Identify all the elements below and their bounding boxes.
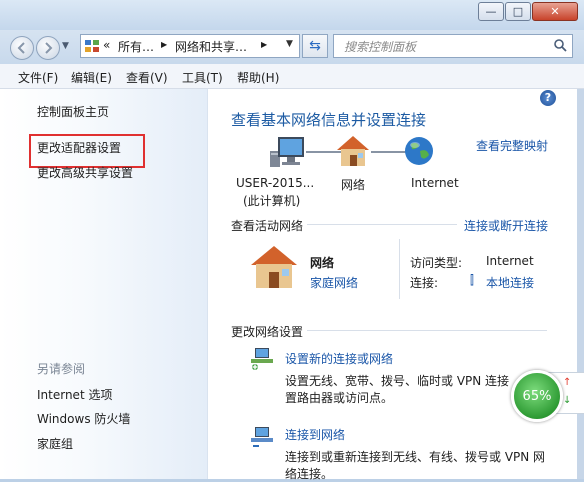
home-network-large-icon (251, 246, 297, 288)
active-network-type-link[interactable]: 家庭网络 (310, 274, 358, 291)
back-button[interactable] (10, 36, 34, 60)
connection-label: 连接: (410, 276, 439, 290)
connect-disconnect-link[interactable]: 连接或断开连接 (464, 217, 548, 234)
connect-to-network-link[interactable]: 连接到网络 (285, 426, 345, 443)
local-connection-link[interactable]: 本地连接 (486, 274, 534, 291)
search-icon[interactable] (553, 38, 567, 52)
refresh-icon: ⇆ (309, 38, 321, 54)
recent-pages-dropdown[interactable]: ▼ (62, 41, 69, 51)
view-full-map-link[interactable]: 查看完整映射 (476, 137, 548, 154)
local-connection-icon: ⫿ (470, 273, 474, 287)
task-description: 设置无线、宽带、拨号、临时或 VPN 连接 (285, 374, 510, 388)
forward-button[interactable] (36, 36, 60, 60)
task-description: 置路由器或访问点。 (285, 391, 394, 405)
section-divider (307, 224, 457, 225)
menu-help[interactable]: 帮助(H) (237, 69, 279, 86)
computer-name-label: USER-2015... (236, 176, 315, 190)
menu-bar: 文件(F) 编辑(E) 查看(V) 工具(T) 帮助(H) (0, 64, 584, 89)
forward-arrow-icon (45, 42, 53, 54)
sidebar-control-panel-home[interactable]: 控制面板主页 (37, 103, 109, 120)
search-box[interactable]: 搜索控制面板 (333, 34, 573, 58)
change-settings-heading: 更改网络设置 (231, 325, 304, 339)
memory-usage-gauge[interactable]: 65% (511, 370, 563, 422)
internet-map-label: Internet (411, 176, 459, 190)
back-arrow-icon (17, 42, 25, 54)
upload-arrow-icon: ↑ (563, 377, 572, 388)
menu-view[interactable]: 查看(V) (126, 69, 168, 86)
help-icon[interactable]: ? (540, 90, 556, 106)
maximize-button[interactable]: □ (505, 2, 531, 21)
active-networks-heading: 查看活动网络 (231, 219, 304, 233)
refresh-button[interactable]: ⇆ (302, 34, 328, 58)
download-arrow-icon: ↓ (563, 395, 572, 406)
search-placeholder: 搜索控制面板 (344, 40, 417, 54)
setup-new-connection-link[interactable]: 设置新的连接或网络 (285, 350, 393, 367)
breadcrumb-separator-icon[interactable]: ▶ (161, 40, 167, 49)
breadcrumb-separator-icon[interactable]: ▶ (261, 40, 267, 49)
scrollbar[interactable] (577, 89, 584, 479)
map-connection-line (371, 151, 407, 153)
home-network-icon (337, 136, 369, 166)
see-also-internet-options[interactable]: Internet 选项 (37, 386, 112, 403)
minimize-button[interactable]: — (478, 2, 504, 21)
sidebar-change-advanced-sharing[interactable]: 更改高级共享设置 (37, 164, 133, 181)
minimize-icon: — (485, 5, 497, 18)
address-dropdown-icon[interactable]: ▼ (286, 39, 293, 49)
maximize-icon: □ (512, 5, 524, 18)
section-divider (307, 330, 547, 331)
menu-edit[interactable]: 编辑(E) (71, 69, 112, 86)
menu-tools[interactable]: 工具(T) (182, 69, 223, 86)
internet-globe-icon (405, 137, 433, 165)
breadcrumb-all-items[interactable]: 所有… (118, 38, 154, 55)
task-description: 连接到或重新连接到无线、有线、拨号或 VPN 网 (285, 450, 546, 464)
breadcrumb-overflow[interactable]: « (103, 38, 110, 52)
access-type-value: Internet (486, 254, 534, 268)
control-panel-icon (85, 40, 99, 52)
new-connection-icon (251, 348, 273, 370)
address-bar[interactable]: « 所有… ▶ 网络和共享… ▶ ▼ (80, 34, 300, 58)
vertical-divider (399, 239, 400, 299)
gauge-percent: 65% (522, 388, 552, 404)
see-also-homegroup[interactable]: 家庭组 (37, 435, 73, 452)
close-button[interactable]: ✕ (532, 2, 578, 21)
task-description: 络连接。 (285, 467, 334, 481)
network-map-label: 网络 (341, 178, 366, 192)
page-title: 查看基本网络信息并设置连接 (231, 111, 427, 129)
this-computer-label: (此计算机) (243, 194, 301, 208)
see-also-windows-firewall[interactable]: Windows 防火墙 (37, 410, 130, 427)
breadcrumb-network-center[interactable]: 网络和共享… (175, 38, 247, 55)
highlight-box (29, 134, 145, 168)
see-also-heading: 另请参阅 (37, 362, 86, 376)
close-icon: ✕ (550, 5, 560, 18)
access-type-label: 访问类型: (410, 256, 463, 270)
menu-file[interactable]: 文件(F) (18, 69, 58, 86)
computer-icon (270, 137, 304, 167)
active-network-name: 网络 (310, 256, 335, 270)
connect-network-icon (251, 427, 273, 447)
